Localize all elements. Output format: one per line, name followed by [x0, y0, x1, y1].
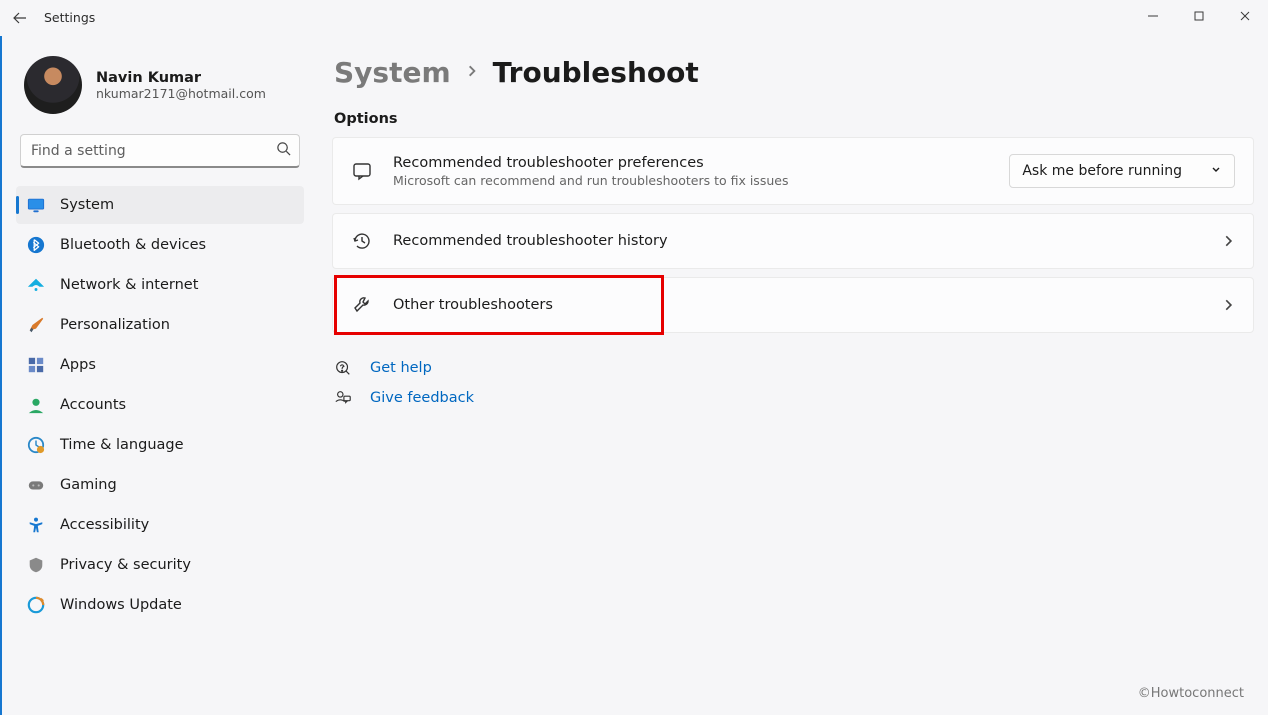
nav-item-network[interactable]: Network & internet [16, 266, 304, 304]
chevron-down-icon [1210, 163, 1222, 179]
card-title: Other troubleshooters [393, 297, 1201, 313]
chat-icon [351, 160, 373, 182]
person-icon [26, 395, 46, 415]
card-title: Recommended troubleshooter history [393, 233, 1201, 249]
accessibility-icon [26, 515, 46, 535]
main-content: System Troubleshoot Options Recommended … [318, 36, 1268, 715]
nav-item-accessibility[interactable]: Accessibility [16, 506, 304, 544]
breadcrumb: System Troubleshoot [332, 56, 1254, 89]
card-subtitle: Microsoft can recommend and run troubles… [393, 173, 989, 188]
section-title-options: Options [334, 111, 1254, 127]
update-icon [26, 595, 46, 615]
profile-block[interactable]: Navin Kumar nkumar2171@hotmail.com [16, 50, 304, 134]
nav-item-system[interactable]: System [16, 186, 304, 224]
feedback-icon [334, 389, 352, 407]
avatar [24, 56, 82, 114]
nav-label: Windows Update [60, 597, 182, 613]
nav-label: Accounts [60, 397, 126, 413]
search-input[interactable] [31, 143, 276, 159]
nav-item-apps[interactable]: Apps [16, 346, 304, 384]
nav-item-time-language[interactable]: Time & language [16, 426, 304, 464]
nav-label: Time & language [60, 437, 184, 453]
wifi-icon [26, 275, 46, 295]
link-get-help[interactable]: Get help [334, 359, 1254, 377]
display-icon [26, 195, 46, 215]
chevron-right-icon [1221, 298, 1235, 312]
breadcrumb-current: Troubleshoot [493, 56, 699, 89]
gamepad-icon [26, 475, 46, 495]
nav-label: Accessibility [60, 517, 149, 533]
nav-label: Gaming [60, 477, 117, 493]
maximize-button[interactable] [1176, 0, 1222, 32]
close-button[interactable] [1222, 0, 1268, 32]
nav-item-windows-update[interactable]: Windows Update [16, 586, 304, 624]
history-icon [351, 230, 373, 252]
chevron-right-icon [1221, 234, 1235, 248]
apps-icon [26, 355, 46, 375]
nav-label: Apps [60, 357, 96, 373]
search-icon [276, 141, 291, 160]
minimize-button[interactable] [1130, 0, 1176, 32]
window-title: Settings [40, 0, 95, 25]
link-give-feedback[interactable]: Give feedback [334, 389, 1254, 407]
search-box[interactable] [20, 134, 300, 168]
card-troubleshooter-preferences[interactable]: Recommended troubleshooter preferences M… [332, 137, 1254, 205]
wrench-icon [351, 294, 373, 316]
nav-item-accounts[interactable]: Accounts [16, 386, 304, 424]
shield-icon [26, 555, 46, 575]
breadcrumb-parent[interactable]: System [334, 56, 451, 89]
sidebar: Navin Kumar nkumar2171@hotmail.com Syste… [2, 36, 318, 715]
brush-icon [26, 315, 46, 335]
profile-name: Navin Kumar [96, 70, 266, 86]
help-icon [334, 359, 352, 377]
card-troubleshooter-history[interactable]: Recommended troubleshooter history [332, 213, 1254, 269]
nav-label: Privacy & security [60, 557, 191, 573]
card-other-troubleshooters[interactable]: Other troubleshooters [332, 277, 1254, 333]
clock-globe-icon [26, 435, 46, 455]
back-button[interactable] [0, 0, 40, 36]
nav-item-personalization[interactable]: Personalization [16, 306, 304, 344]
nav-label: Network & internet [60, 277, 198, 293]
link-label[interactable]: Give feedback [370, 390, 474, 406]
nav-list: System Bluetooth & devices Network & int… [16, 186, 304, 624]
link-label[interactable]: Get help [370, 360, 432, 376]
card-title: Recommended troubleshooter preferences [393, 155, 989, 171]
preferences-dropdown[interactable]: Ask me before running [1009, 154, 1235, 188]
bluetooth-icon [26, 235, 46, 255]
nav-item-gaming[interactable]: Gaming [16, 466, 304, 504]
chevron-right-icon [465, 63, 479, 82]
profile-email: nkumar2171@hotmail.com [96, 86, 266, 101]
nav-label: Bluetooth & devices [60, 237, 206, 253]
nav-item-bluetooth[interactable]: Bluetooth & devices [16, 226, 304, 264]
nav-label: Personalization [60, 317, 170, 333]
watermark: ©Howtoconnect [1138, 686, 1244, 701]
nav-label: System [60, 197, 114, 213]
nav-item-privacy[interactable]: Privacy & security [16, 546, 304, 584]
dropdown-value: Ask me before running [1022, 163, 1182, 179]
